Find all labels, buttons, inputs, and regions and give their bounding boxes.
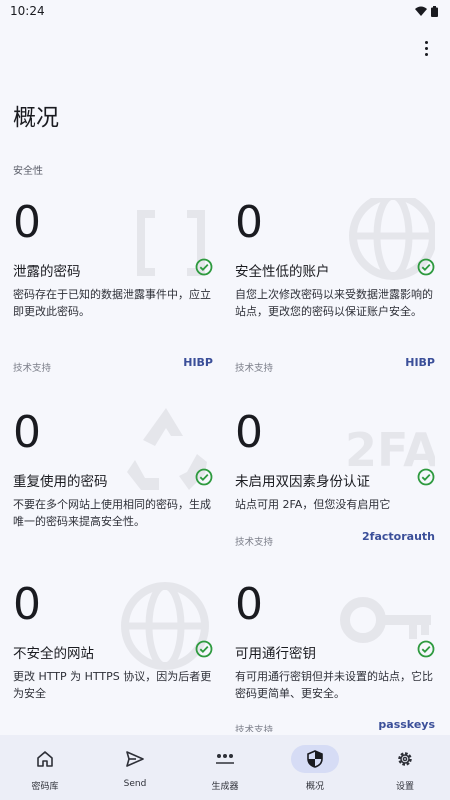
nav-item-vault[interactable]: 密码库 [5, 745, 85, 792]
check-circle-icon [195, 640, 213, 658]
nav-item-send[interactable]: Send [95, 745, 175, 789]
inactive-2fa-source-label: 技术支持 [235, 537, 274, 548]
page-title: 概况 [13, 105, 59, 131]
insecure-websites-title: 不安全的网站 [13, 646, 94, 662]
card-leaked-passwords[interactable]: 0 泄露的密码 密码存在于已知的数据泄露事件中，应立即更改此密码。 技术支持 H… [13, 198, 213, 374]
nav-label: 生成器 [211, 782, 239, 792]
bottom-navigation: 密码库 Send 生成器 概况 设置 [0, 735, 450, 800]
available-passkeys-count: 0 [235, 580, 263, 630]
leaked-passwords-description: 密码存在于已知的数据泄露事件中，应立即更改此密码。 [13, 288, 211, 318]
shield-icon [307, 750, 323, 768]
status-icons [415, 5, 438, 17]
available-passkeys-source-label: 技术支持 [235, 725, 274, 732]
gear-icon [398, 752, 412, 766]
vulnerable-accounts-title: 安全性低的账户 [235, 264, 330, 280]
send-icon [126, 751, 144, 767]
insecure-websites-description: 更改 HTTP 为 HTTPS 协议，因为后者更为安全 [13, 670, 212, 700]
section-label-security: 安全性 [13, 166, 43, 177]
leaked-passwords-title: 泄露的密码 [13, 264, 81, 280]
globe-icon [121, 582, 209, 670]
battery-icon [431, 5, 438, 17]
vulnerable-accounts-description: 自您上次修改密码以来受数据泄露影响的站点，更改您的密码以保证账户安全。 [235, 288, 433, 318]
available-passkeys-title: 可用通行密钥 [235, 646, 316, 662]
home-icon [37, 751, 53, 767]
available-passkeys-description: 有可用通行密钥但并未设置的站点，它比密码更简单、更安全。 [235, 670, 433, 700]
hibp-link[interactable]: HIBP [183, 356, 213, 369]
reused-passwords-title: 重复使用的密码 [13, 474, 108, 490]
nav-icon-container [291, 745, 339, 773]
check-circle-icon [417, 258, 435, 276]
status-bar: 10:24 [0, 0, 450, 22]
inactive-2fa-count: 0 [235, 408, 263, 458]
nav-icon-container [111, 745, 159, 773]
2factorauth-link[interactable]: 2factorauth [362, 530, 435, 543]
nav-label: 概况 [305, 782, 324, 792]
leaked-passwords-source-label: 技术支持 [13, 363, 52, 374]
status-time: 10:24 [10, 4, 45, 18]
inactive-2fa-description: 站点可用 2FA，但您没有启用它 [235, 498, 391, 511]
svg-text:2FA: 2FA [345, 423, 435, 472]
nav-icon-container [21, 745, 69, 773]
2fa-icon: 2FA [345, 423, 435, 472]
reused-passwords-description: 不要在多个网站上使用相同的密码，生成唯一的密码来提高安全性。 [13, 498, 211, 528]
nav-item-overview[interactable]: 概况 [275, 745, 355, 792]
card-insecure-websites[interactable]: 0 不安全的网站 更改 HTTP 为 HTTPS 协议，因为后者更为安全 [13, 580, 213, 732]
card-available-passkeys[interactable]: 0 可用通行密钥 有可用通行密钥但并未设置的站点，它比密码更简单、更安全。 技术… [235, 580, 435, 732]
passkeys-link[interactable]: passkeys [378, 718, 435, 731]
nav-icon-container [381, 745, 429, 773]
check-circle-icon [195, 468, 213, 486]
nav-label: 密码库 [31, 782, 59, 792]
generator-icon [216, 754, 234, 764]
nav-icon-container [201, 745, 249, 773]
nav-label: Send [123, 779, 147, 789]
check-circle-icon [417, 640, 435, 658]
check-circle-icon [195, 258, 213, 276]
reused-passwords-count: 0 [13, 408, 41, 458]
inactive-2fa-title: 未启用双因素身份认证 [235, 474, 370, 490]
card-inactive-2fa[interactable]: 2FA 0 未启用双因素身份认证 站点可用 2FA，但您没有启用它 技术支持 2… [235, 408, 435, 558]
insecure-websites-count: 0 [13, 580, 41, 630]
card-reused-passwords[interactable]: 0 重复使用的密码 不要在多个网站上使用相同的密码，生成唯一的密码来提高安全性。 [13, 408, 213, 558]
nav-item-generator[interactable]: 生成器 [185, 745, 265, 792]
card-vulnerable-accounts[interactable]: 0 安全性低的账户 自您上次修改密码以来受数据泄露影响的站点，更改您的密码以保证… [235, 198, 435, 374]
wifi-icon [415, 6, 427, 16]
hibp-link[interactable]: HIBP [405, 356, 435, 369]
check-circle-icon [417, 468, 435, 486]
vulnerable-accounts-source-label: 技术支持 [235, 363, 274, 374]
leaked-passwords-count: 0 [13, 198, 41, 248]
vulnerable-accounts-count: 0 [235, 198, 263, 248]
nav-item-settings[interactable]: 设置 [365, 745, 445, 792]
more-options-icon[interactable] [414, 36, 438, 60]
nav-label: 设置 [395, 782, 414, 792]
